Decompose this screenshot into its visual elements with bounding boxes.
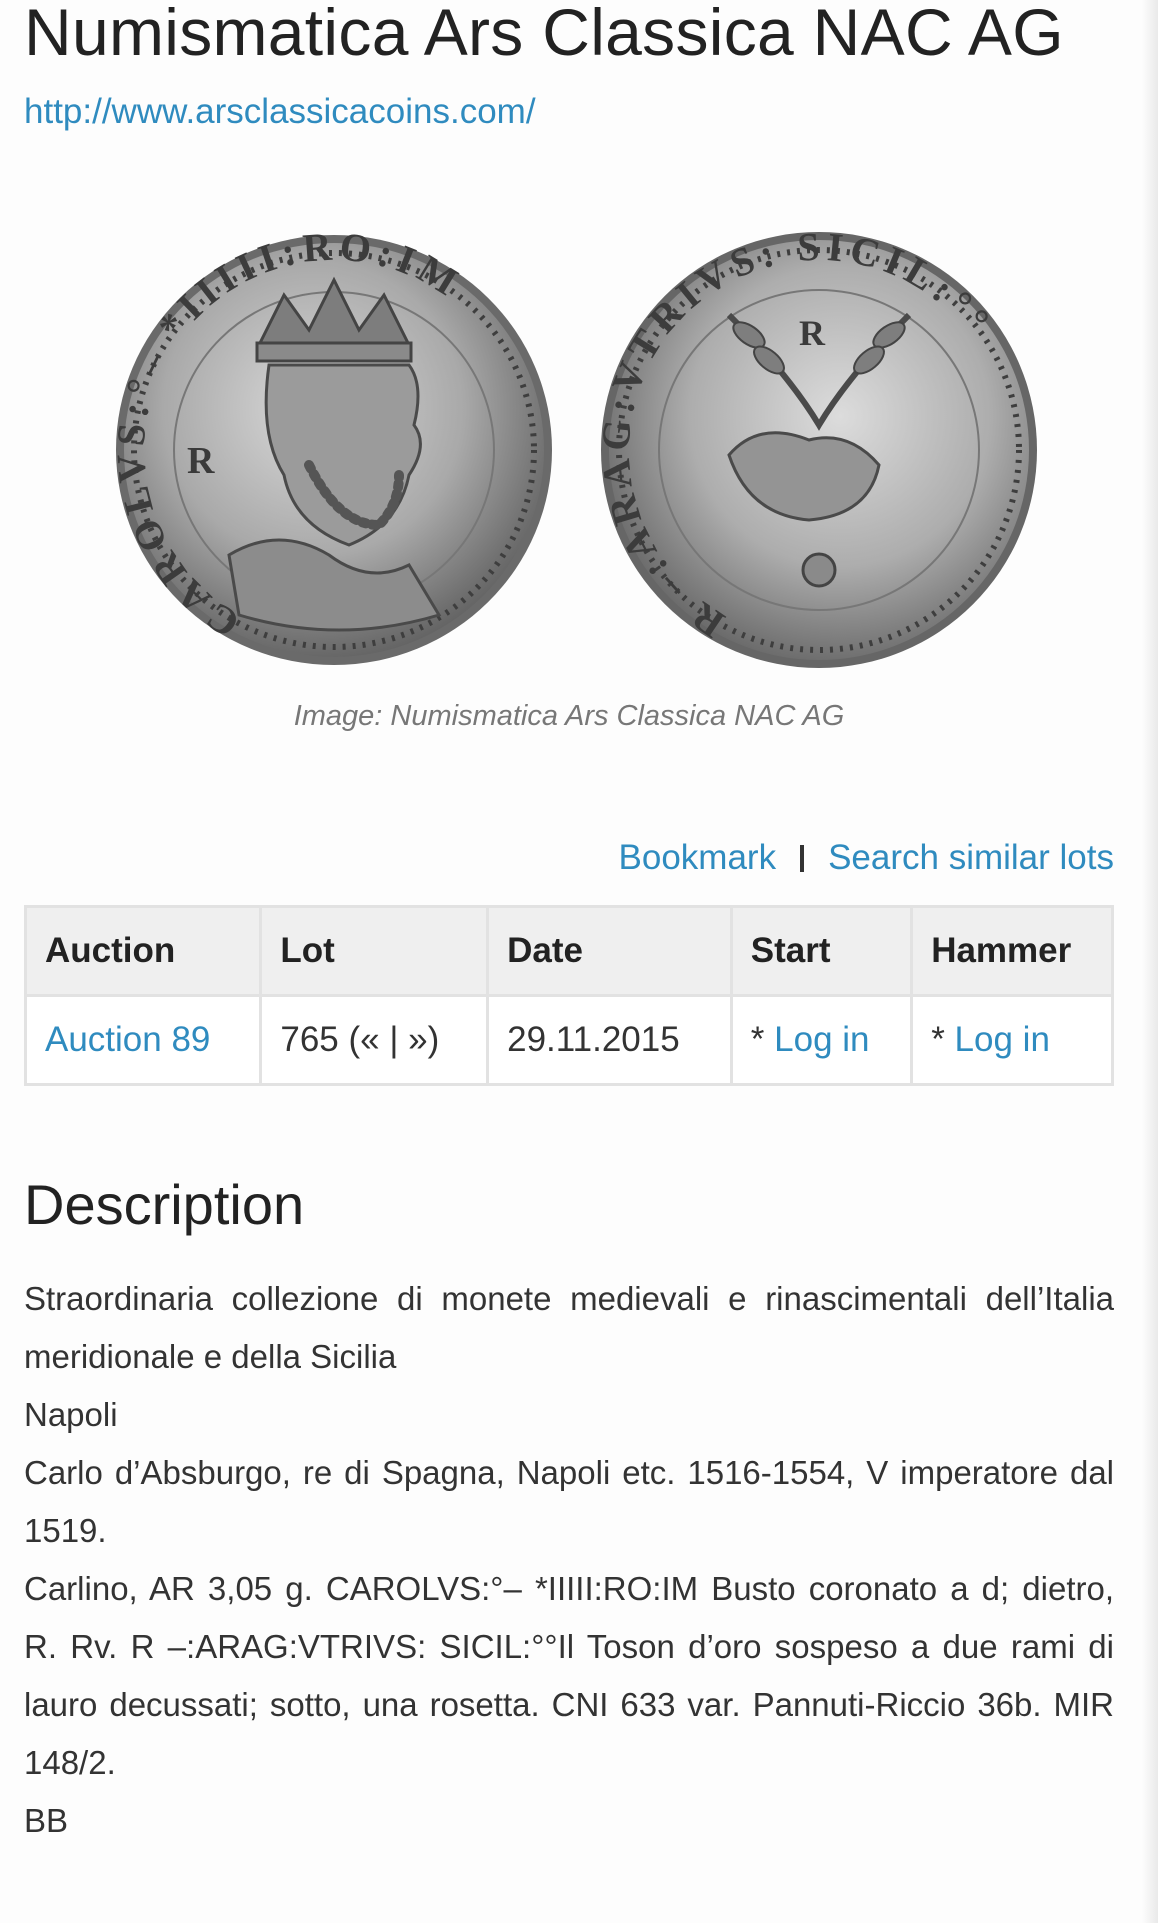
cell-date: 29.11.2015 — [486, 994, 733, 1086]
description-grade: BB — [24, 1802, 69, 1839]
table-row: Auction 89 765 (« | ») 29.11.2015 * Log … — [23, 994, 1114, 1086]
scroll-edge-shadow — [1142, 0, 1158, 1923]
obverse-coin: CAROLVS:°– *IIIII:RO:IM R — [109, 225, 552, 665]
description-ruler: Carlo d’Absburgo, re di Spagna, Napoli e… — [24, 1454, 1114, 1549]
description-body: Straordinaria collezione di monete medie… — [24, 1270, 1114, 1850]
image-caption: Image: Numismatica Ars Classica NAC AG — [293, 700, 845, 732]
cell-start: * Log in — [729, 994, 914, 1086]
header-lot: Lot — [259, 905, 490, 997]
lot-actions: Bookmark Search similar lots — [619, 838, 1114, 878]
website-link[interactable]: http://www.arsclassicacoins.com/ — [24, 92, 536, 132]
divider — [800, 845, 805, 872]
hammer-prefix: * — [931, 1020, 955, 1059]
page-title: Numismatica Ars Classica NAC AG — [24, 0, 1064, 69]
header-hammer: Hammer — [910, 905, 1114, 997]
cell-hammer: * Log in — [910, 994, 1114, 1086]
search-similar-lots-link[interactable]: Search similar lots — [828, 838, 1114, 877]
description-heading: Description — [24, 1173, 305, 1236]
header-date: Date — [486, 905, 733, 997]
start-prefix: * — [750, 1020, 775, 1059]
start-login-link[interactable]: Log in — [774, 1020, 869, 1059]
description-collection: Straordinaria collezione di monete medie… — [24, 1280, 1114, 1375]
description-details: Carlino, AR 3,05 g. CAROLVS:°– *IIIII:RO… — [24, 1570, 1114, 1781]
lot-table: Auction Lot Date Start Hammer Auction 89… — [23, 905, 1114, 1086]
svg-text:R: R — [187, 440, 215, 482]
header-auction: Auction — [23, 905, 263, 997]
bookmark-link[interactable]: Bookmark — [619, 838, 777, 877]
cell-lot: 765 (« | ») — [259, 994, 490, 1086]
svg-text:R: R — [799, 313, 826, 353]
reverse-coin: R –:ARAG:VTRIVS: SICIL:°° R — [592, 225, 1037, 668]
cell-auction: Auction 89 — [23, 994, 263, 1086]
auction-link[interactable]: Auction 89 — [45, 1020, 210, 1059]
table-header-row: Auction Lot Date Start Hammer — [23, 905, 1114, 997]
hammer-login-link[interactable]: Log in — [955, 1020, 1050, 1059]
header-start: Start — [729, 905, 914, 997]
coin-image[interactable]: CAROLVS:°– *IIIII:RO:IM R R –:ARAG:VTRIV… — [109, 225, 1059, 675]
description-mint: Napoli — [24, 1396, 118, 1433]
